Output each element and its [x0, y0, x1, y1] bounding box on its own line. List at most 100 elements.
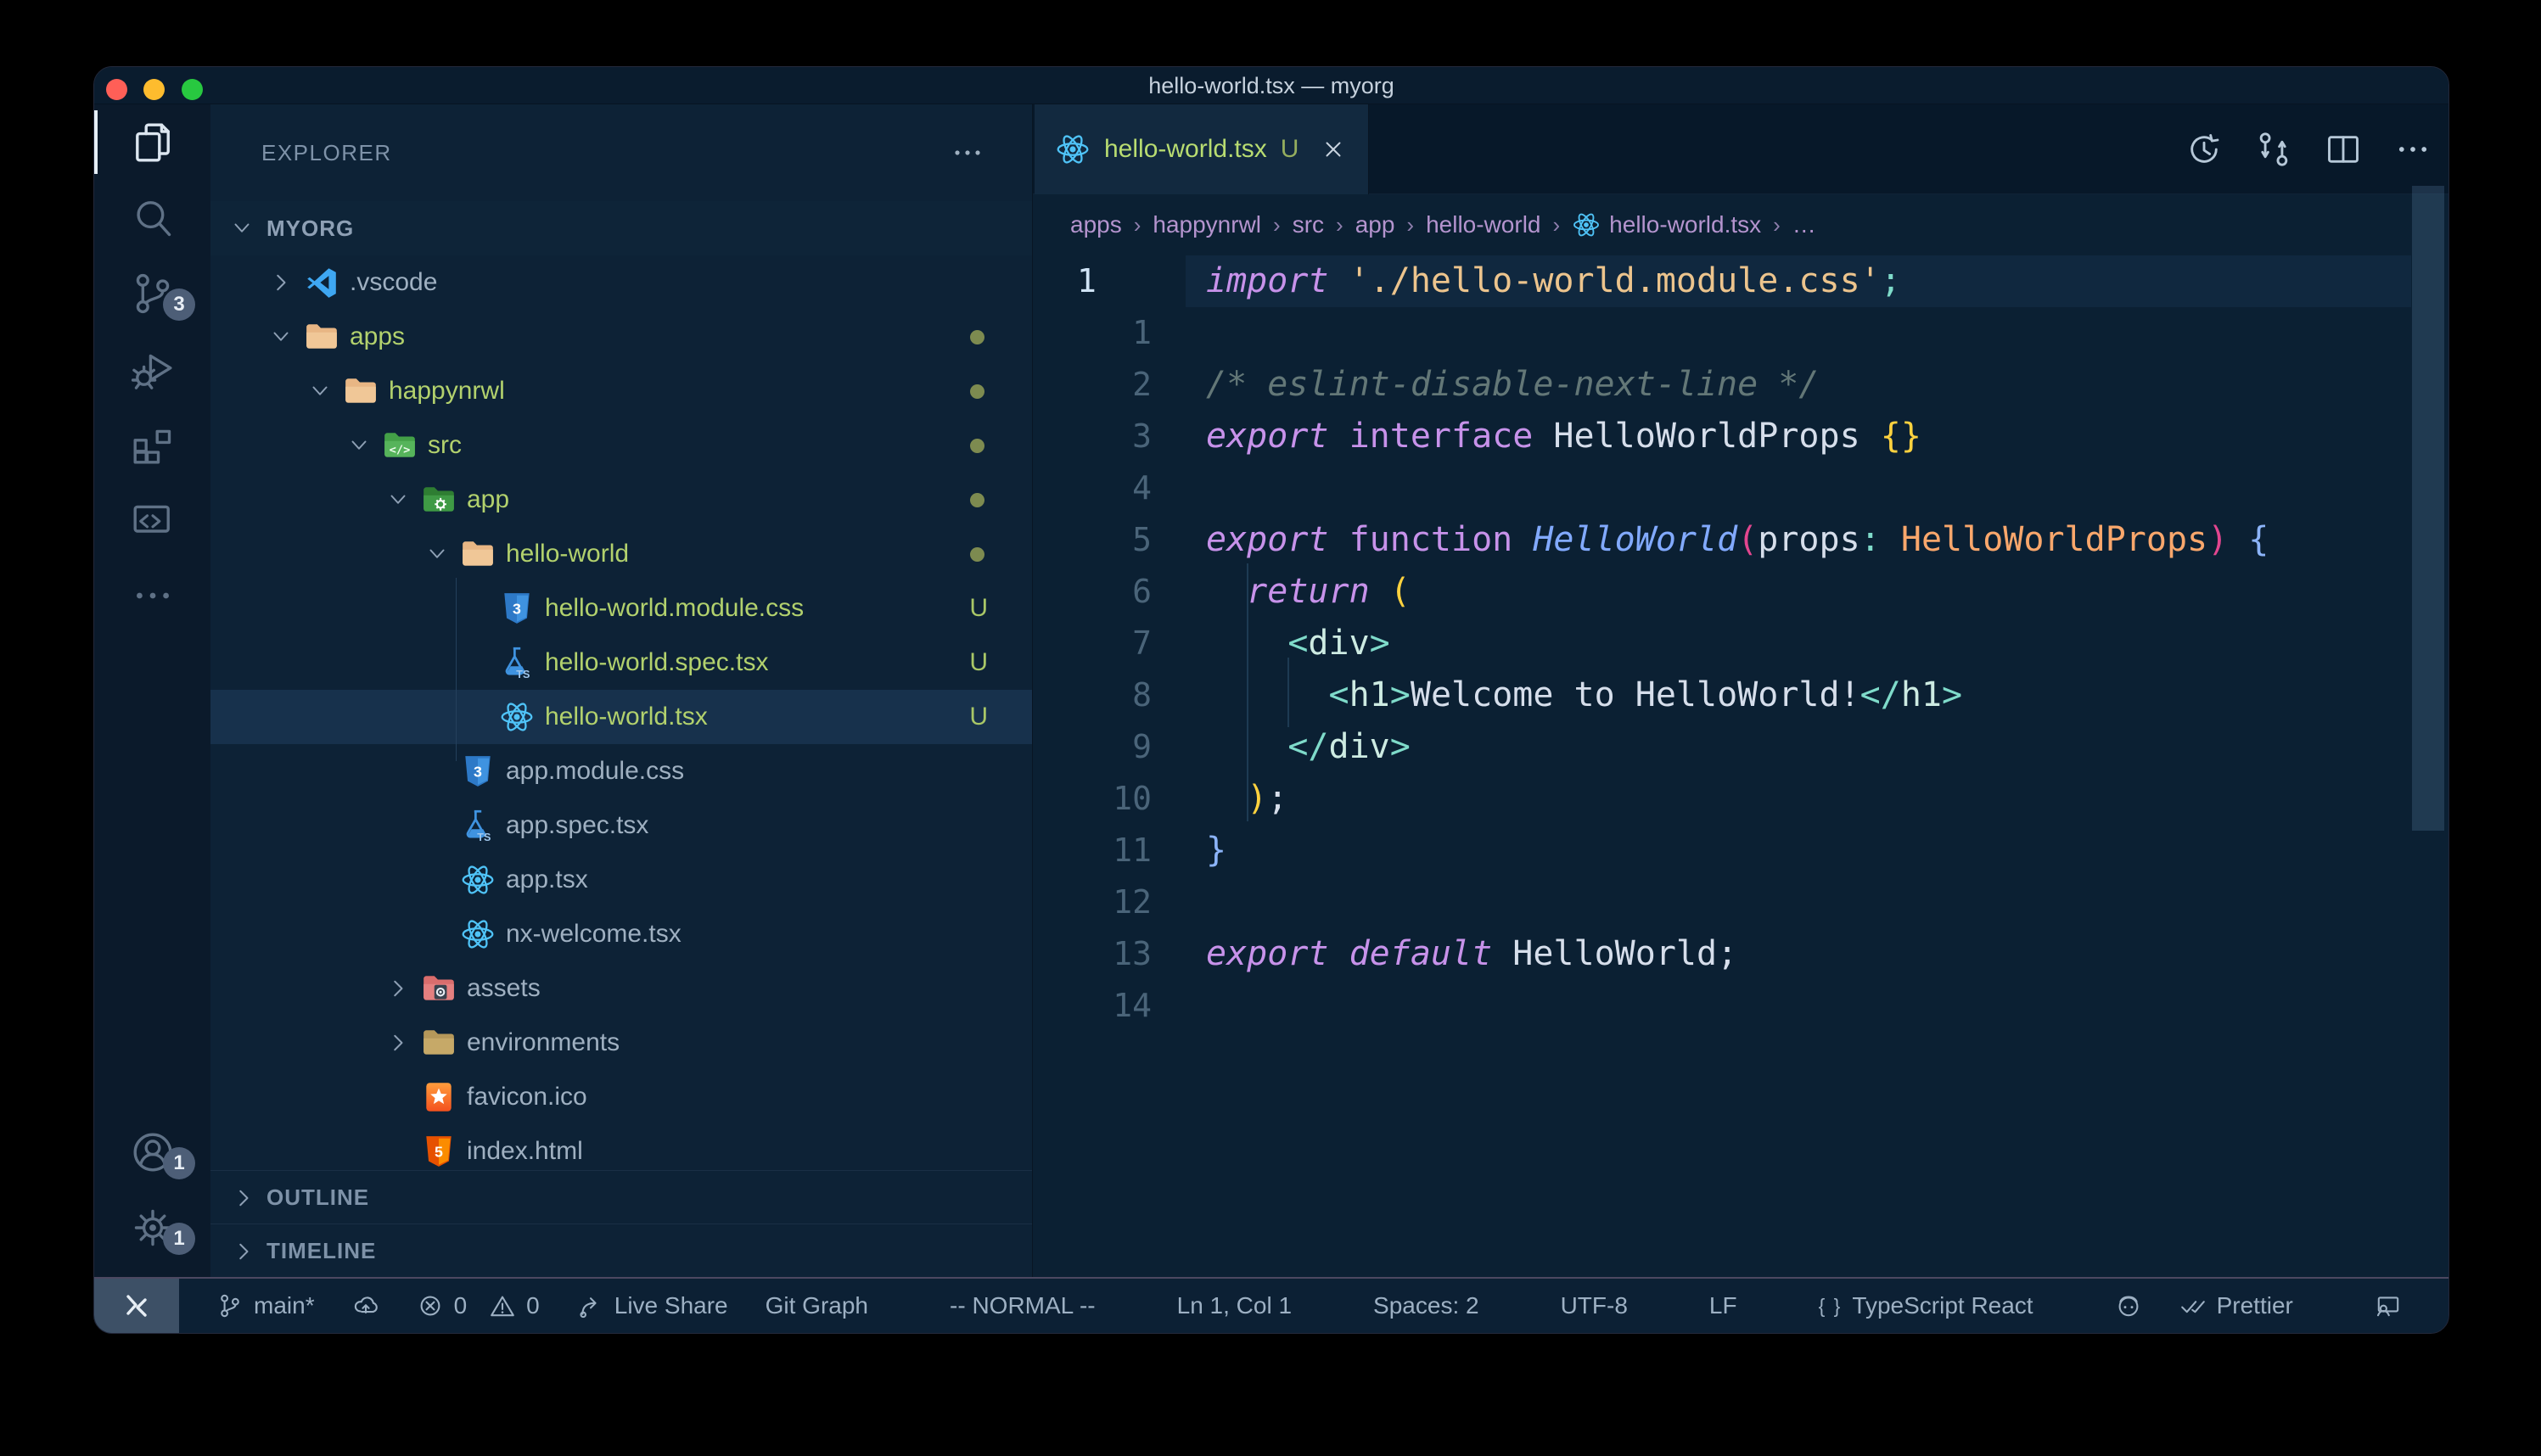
- tree-item-favicon-ico[interactable]: favicon.ico: [210, 1070, 1032, 1124]
- breadcrumb-item[interactable]: hello-world.tsx: [1609, 211, 1761, 238]
- tree-item-label: apps: [350, 310, 405, 364]
- workspace-root-row[interactable]: MYORG: [210, 201, 1032, 255]
- tree-item-hello-world-spec-tsx[interactable]: TShello-world.spec.tsxU: [210, 636, 1032, 690]
- tree-item-happynrwl[interactable]: happynrwl: [210, 364, 1032, 418]
- status-language-mode[interactable]: { } TypeScript React: [1819, 1292, 2033, 1319]
- tree-item-app-spec-tsx[interactable]: TSapp.spec.tsx: [210, 798, 1032, 853]
- activity-explorer[interactable]: [94, 104, 210, 180]
- split-editor-icon[interactable]: [2325, 131, 2362, 168]
- activity-remote-explorer[interactable]: [94, 482, 210, 557]
- line-number: 11: [1033, 825, 1152, 876]
- tree-item-app-module-css[interactable]: 3app.module.css: [210, 744, 1032, 798]
- editor-scrollbar[interactable]: [2412, 186, 2444, 831]
- react-icon: [499, 699, 535, 735]
- activity-extensions[interactable]: [94, 406, 210, 482]
- status-encoding[interactable]: UTF-8: [1561, 1292, 1628, 1319]
- breadcrumb-item[interactable]: …: [1792, 211, 1816, 238]
- status-copilot[interactable]: [2115, 1292, 2142, 1319]
- explorer-more-actions-icon[interactable]: [951, 104, 984, 201]
- status-eol[interactable]: LF: [1709, 1292, 1737, 1319]
- breadcrumb-item[interactable]: apps: [1070, 211, 1122, 238]
- sidebar-title: EXPLORER: [261, 104, 392, 201]
- tree-item-src[interactable]: </> src: [210, 418, 1032, 473]
- activity-run-debug[interactable]: [94, 331, 210, 406]
- line-number: 9: [1033, 721, 1152, 773]
- breadcrumb-item[interactable]: src: [1293, 211, 1324, 238]
- tree-item-label: hello-world.tsx: [545, 690, 708, 744]
- tab-hello-world-tsx[interactable]: hello-world.tsx U: [1035, 104, 1369, 194]
- svg-text:3: 3: [513, 600, 521, 617]
- code-line-3: 2/* eslint-disable-next-line */: [1033, 359, 2448, 411]
- status-label: TypeScript React: [1852, 1292, 2033, 1319]
- tree-item-label: hello-world: [506, 527, 629, 581]
- folder-src-icon: </>: [382, 428, 418, 463]
- code-line-6: 5export function HelloWorld(props: Hello…: [1033, 514, 2448, 566]
- activity-badge: 1: [163, 1223, 195, 1255]
- tree-item-assets[interactable]: assets: [210, 961, 1032, 1016]
- section-outline[interactable]: OUTLINE: [210, 1170, 1032, 1224]
- braces-icon: { }: [1819, 1295, 1843, 1318]
- folder-assets-icon: [421, 971, 457, 1006]
- tree-item-environments[interactable]: environments: [210, 1016, 1032, 1070]
- status-git-branch[interactable]: main*: [216, 1292, 315, 1319]
- cloud-upload-icon: [352, 1292, 379, 1319]
- window-title: hello-world.tsx — myorg: [94, 67, 2448, 104]
- tree-item-hello-world[interactable]: hello-world: [210, 527, 1032, 581]
- breadcrumb-item[interactable]: hello-world: [1426, 211, 1540, 238]
- chevron-right-icon: [385, 976, 411, 1005]
- code-text: return (: [1206, 566, 1411, 618]
- status-feedback[interactable]: [2375, 1292, 2402, 1319]
- tree-item-label: happynrwl: [389, 364, 505, 418]
- folder-tan-icon: [304, 319, 339, 355]
- status-vim-mode[interactable]: -- NORMAL --: [950, 1292, 1096, 1319]
- history-icon[interactable]: [2185, 131, 2223, 168]
- status-prettier[interactable]: Prettier: [2179, 1292, 2293, 1319]
- status-sync[interactable]: [352, 1292, 379, 1319]
- tree-item-label: assets: [467, 961, 541, 1016]
- code-editor[interactable]: 1import './hello-world.module.css';12/* …: [1033, 255, 2448, 1277]
- line-number: 4: [1033, 462, 1152, 514]
- status-bar: main* 00 Live Share Git Graph -- NORMAL -- Ln…: [94, 1277, 2448, 1333]
- tree-item-hello-world-tsx[interactable]: hello-world.tsxU: [210, 690, 1032, 744]
- status-indentation[interactable]: Spaces: 2: [1373, 1292, 1479, 1319]
- line-number: 13: [1033, 928, 1152, 980]
- line-number: 1: [1033, 307, 1152, 359]
- tree-item-app[interactable]: app: [210, 473, 1032, 527]
- status-problems[interactable]: 00: [417, 1292, 540, 1319]
- test-flask-icon: TS: [460, 808, 496, 843]
- status-git-graph[interactable]: Git Graph: [766, 1292, 868, 1319]
- tree-item-label: nx-welcome.tsx: [506, 907, 682, 961]
- test-flask-icon: TS: [499, 645, 535, 680]
- tree-item-hello-world-module-css[interactable]: 3hello-world.module.cssU: [210, 581, 1032, 636]
- status-label: -- NORMAL --: [950, 1292, 1096, 1319]
- activity-search[interactable]: [94, 180, 210, 255]
- status-cursor-position[interactable]: Ln 1, Col 1: [1177, 1292, 1292, 1319]
- breadcrumb-separator: ›: [1134, 212, 1141, 238]
- code-line-12: 11}: [1033, 825, 2448, 876]
- compare-changes-icon[interactable]: [2255, 131, 2292, 168]
- tree-item-apps[interactable]: apps: [210, 310, 1032, 364]
- status-label: Prettier: [2217, 1292, 2293, 1319]
- status-live-share[interactable]: Live Share: [577, 1292, 728, 1319]
- tree-item-app-tsx[interactable]: app.tsx: [210, 853, 1032, 907]
- activity-settings[interactable]: 1: [94, 1190, 210, 1265]
- code-text: export interface HelloWorldProps {}: [1206, 411, 1921, 462]
- remote-indicator[interactable]: [94, 1279, 179, 1333]
- breadcrumb: apps›happynrwl›src›app›hello-world›hello…: [1033, 194, 2448, 255]
- git-modified-dot: [970, 547, 984, 562]
- tree-item--vscode[interactable]: .vscode: [210, 255, 1032, 310]
- code-line-11: 10 );: [1033, 773, 2448, 825]
- breadcrumb-item[interactable]: app: [1355, 211, 1395, 238]
- ellipsis-icon[interactable]: [2394, 131, 2432, 168]
- breadcrumb-item[interactable]: happynrwl: [1153, 211, 1261, 238]
- tree-item-label: src: [428, 418, 462, 473]
- activity-source-control[interactable]: 3: [94, 255, 210, 331]
- status-label: LF: [1709, 1292, 1737, 1319]
- section-timeline[interactable]: TIMELINE: [210, 1224, 1032, 1277]
- code-line-14: 13export default HelloWorld;: [1033, 928, 2448, 980]
- tree-item-nx-welcome-tsx[interactable]: nx-welcome.tsx: [210, 907, 1032, 961]
- activity-accounts[interactable]: 1: [94, 1114, 210, 1190]
- activity-more[interactable]: [94, 557, 210, 633]
- react-icon: [460, 916, 496, 952]
- close-icon[interactable]: [1321, 137, 1346, 162]
